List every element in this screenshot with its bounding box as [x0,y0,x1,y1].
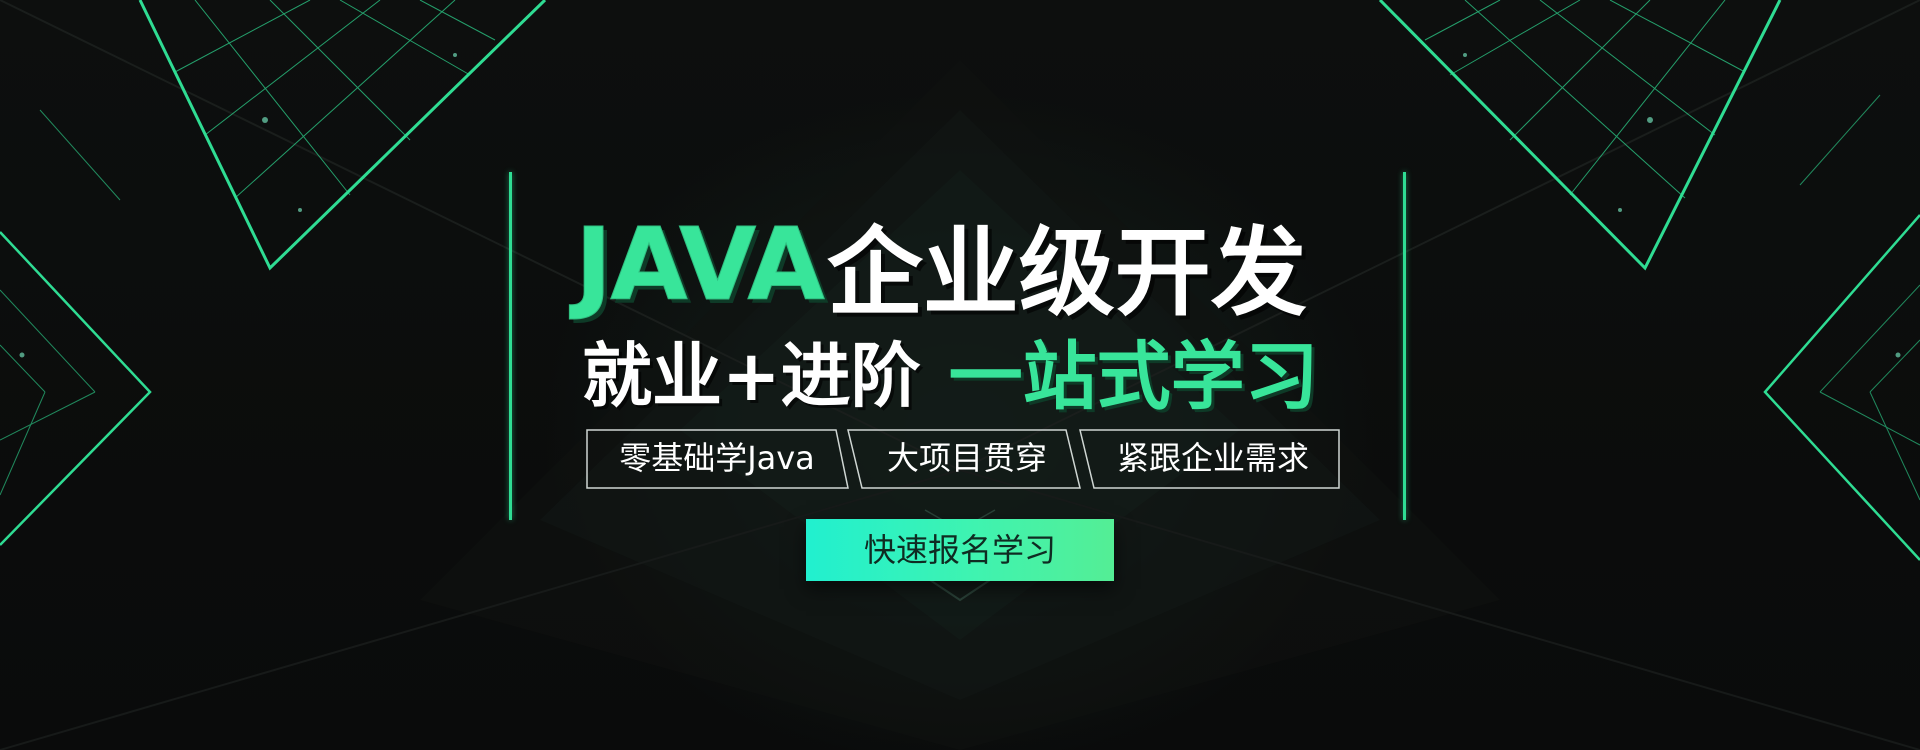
headline-accent-java: JAVA [575,205,826,323]
headline-primary: JAVA 企业级开发 [575,205,1307,329]
tag-zero-basis: 零基础学Java [619,439,815,477]
hero-banner: JAVA 企业级开发 就业+进阶 一站式学习 零基础学Java 大项目贯穿 紧跟… [0,0,1920,750]
tag-enterprise-needs: 紧跟企业需求 [1116,439,1309,477]
left-accent-line [509,172,512,520]
subtitle-accent-text: 一站式学习 [948,333,1319,420]
quick-signup-button[interactable]: 快速报名学习 [806,519,1114,581]
headline-main-text: 企业级开发 [826,216,1307,329]
headline-secondary: 就业+进阶 一站式学习 [582,326,1319,420]
subtitle-main-text: 就业+进阶 [582,334,921,417]
right-accent-line [1403,172,1406,520]
tag-big-project: 大项目贯穿 [886,439,1047,477]
feature-tags: 零基础学Java 大项目贯穿 紧跟企业需求 [586,429,1340,489]
